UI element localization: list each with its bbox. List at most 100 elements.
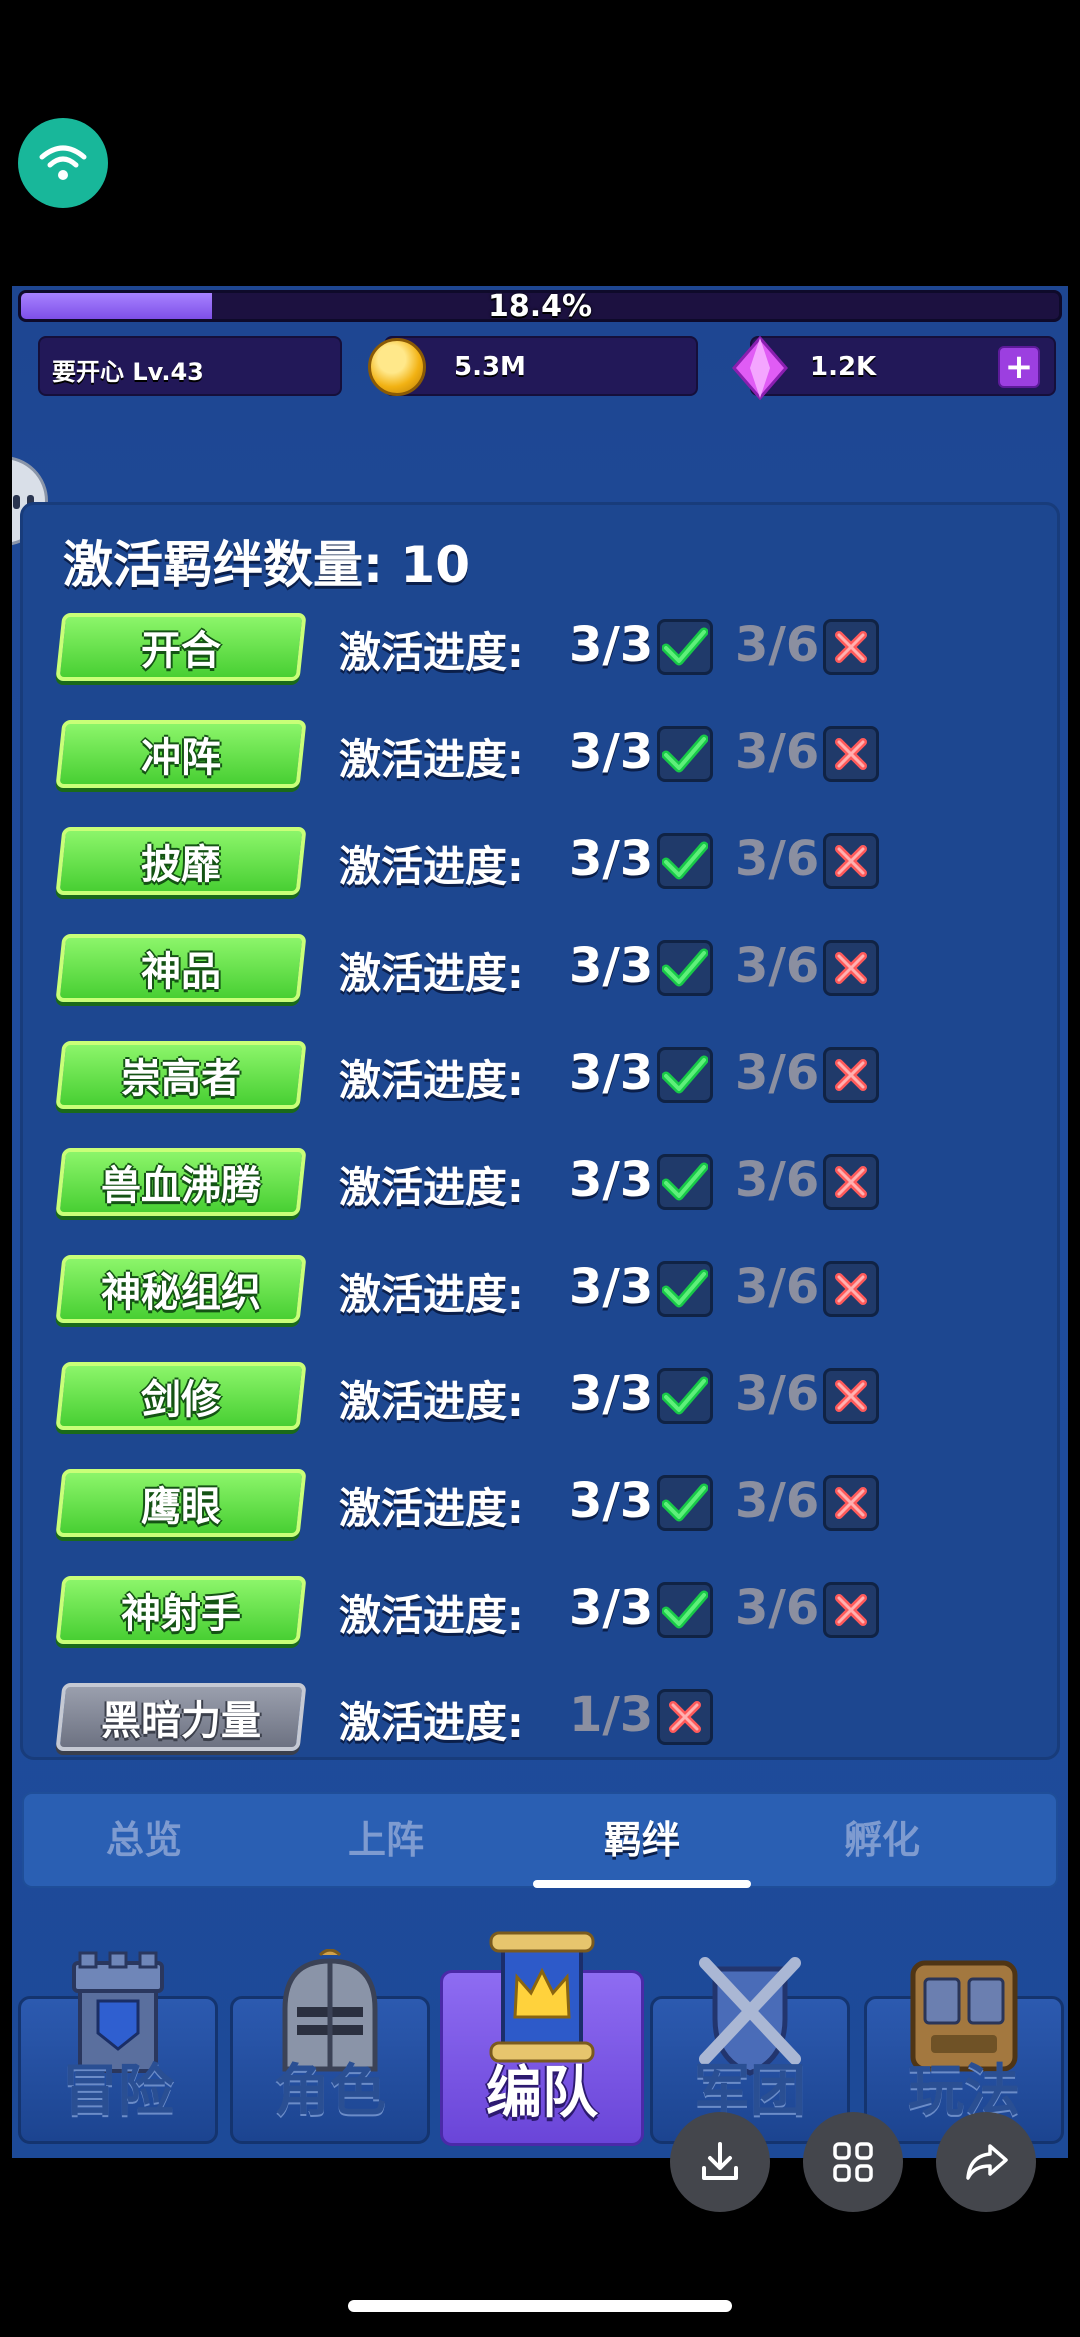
active-tab-underline bbox=[533, 1880, 751, 1888]
nav-label: 编队 bbox=[486, 2061, 598, 2126]
share-icon bbox=[966, 2144, 1008, 2180]
grid-icon bbox=[833, 2142, 873, 2182]
grid-button[interactable] bbox=[803, 2112, 903, 2212]
tab-hatch[interactable]: 孵化 bbox=[762, 1794, 1002, 1888]
cross-icon bbox=[823, 1368, 879, 1424]
bond-name-label: 鹰眼 bbox=[141, 1484, 221, 1530]
bond-name-label: 黑暗力量 bbox=[101, 1698, 261, 1744]
check-icon bbox=[657, 1154, 713, 1210]
nav-label: 角色 bbox=[274, 2059, 386, 2124]
progress-label: 激活进度: bbox=[339, 1484, 524, 1533]
progress-label: 激活进度: bbox=[339, 628, 524, 677]
bond-name-label: 神射手 bbox=[121, 1591, 241, 1637]
progress-next: 3/6 bbox=[735, 1152, 820, 1208]
cross-icon bbox=[657, 1689, 713, 1745]
progress-label: 激活进度: bbox=[339, 1163, 524, 1212]
progress-label: 激活进度: bbox=[339, 1270, 524, 1319]
check-icon bbox=[657, 726, 713, 782]
check-icon bbox=[657, 1047, 713, 1103]
bond-name-button[interactable]: 黑暗力量 bbox=[55, 1683, 307, 1751]
share-button[interactable] bbox=[936, 2112, 1036, 2212]
bond-row: 崇高者 激活进度: 3/3 3/6 bbox=[23, 1037, 1057, 1117]
coins-value: 5.3M bbox=[454, 352, 526, 382]
nav-adventure[interactable]: 冒险 bbox=[18, 1951, 218, 2144]
download-button[interactable] bbox=[670, 2112, 770, 2212]
progress-next: 3/6 bbox=[735, 1580, 820, 1636]
home-indicator[interactable] bbox=[348, 2300, 732, 2312]
bond-row: 兽血沸腾 激活进度: 3/3 3/6 bbox=[23, 1144, 1057, 1224]
bond-name-button[interactable]: 神射手 bbox=[55, 1576, 307, 1644]
download-icon bbox=[702, 2142, 738, 2180]
nav-label: 玩法 bbox=[908, 2059, 1020, 2124]
xp-progress-bar: 18.4% bbox=[18, 290, 1062, 322]
wifi-icon bbox=[18, 118, 108, 208]
bond-name-label: 神秘组织 bbox=[101, 1270, 261, 1316]
bond-name-button[interactable]: 剑修 bbox=[55, 1362, 307, 1430]
progress-label: 激活进度: bbox=[339, 842, 524, 891]
check-icon bbox=[657, 619, 713, 675]
progress-current: 3/3 bbox=[569, 831, 654, 887]
bond-name-button[interactable]: 披靡 bbox=[55, 827, 307, 895]
progress-current: 3/3 bbox=[569, 1045, 654, 1101]
bond-name-button[interactable]: 兽血沸腾 bbox=[55, 1148, 307, 1216]
bond-row: 开合 激活进度: 3/3 3/6 bbox=[23, 609, 1057, 689]
cross-icon bbox=[823, 726, 879, 782]
tab-bonds[interactable]: 羁绊 bbox=[522, 1794, 762, 1888]
cross-icon bbox=[823, 1261, 879, 1317]
progress-current: 3/3 bbox=[569, 1259, 654, 1315]
bond-name-button[interactable]: 神秘组织 bbox=[55, 1255, 307, 1323]
coins-panel: 5.3M bbox=[384, 336, 698, 396]
bond-name-button[interactable]: 神品 bbox=[55, 934, 307, 1002]
bond-row: 黑暗力量 激活进度: 1/3 bbox=[23, 1679, 1057, 1757]
progress-label: 激活进度: bbox=[339, 1056, 524, 1105]
bond-name-label: 开合 bbox=[141, 628, 221, 674]
check-icon bbox=[657, 1475, 713, 1531]
progress-current: 3/3 bbox=[569, 1473, 654, 1529]
bond-row: 神秘组织 激活进度: 3/3 3/6 bbox=[23, 1251, 1057, 1331]
check-icon bbox=[657, 940, 713, 996]
cross-icon bbox=[823, 940, 879, 996]
bond-name-label: 兽血沸腾 bbox=[101, 1163, 261, 1209]
bond-row: 神品 激活进度: 3/3 3/6 bbox=[23, 930, 1057, 1010]
bond-name-button[interactable]: 开合 bbox=[55, 613, 307, 681]
progress-label: 激活进度: bbox=[339, 1591, 524, 1640]
nav-formation[interactable]: 编队 bbox=[440, 1931, 644, 2146]
bond-name-label: 神品 bbox=[141, 949, 221, 995]
progress-current: 3/3 bbox=[569, 1152, 654, 1208]
plus-icon: + bbox=[1004, 347, 1034, 387]
bond-name-button[interactable]: 鹰眼 bbox=[55, 1469, 307, 1537]
cross-icon bbox=[823, 1582, 879, 1638]
progress-next: 3/6 bbox=[735, 831, 820, 887]
nav-character[interactable]: 角色 bbox=[230, 1949, 430, 2144]
progress-current: 1/3 bbox=[569, 1687, 654, 1743]
check-icon bbox=[657, 833, 713, 889]
progress-next: 3/6 bbox=[735, 1366, 820, 1422]
player-level-panel[interactable]: 要开心 Lv.43 bbox=[38, 336, 342, 396]
progress-current: 3/3 bbox=[569, 1580, 654, 1636]
gems-value: 1.2K bbox=[810, 352, 877, 382]
progress-current: 3/3 bbox=[569, 1366, 654, 1422]
bottom-nav: 冒险 角色 编队 军团 玩法 bbox=[12, 1906, 1068, 2158]
cross-icon bbox=[823, 1475, 879, 1531]
bond-name-button[interactable]: 崇高者 bbox=[55, 1041, 307, 1109]
progress-next: 3/6 bbox=[735, 724, 820, 780]
bond-name-label: 崇高者 bbox=[121, 1056, 241, 1102]
game-screen: 18.4% 要开心 Lv.43 5.3M 1.2K + 激活羁绊数量: 10 开… bbox=[12, 286, 1068, 2158]
player-name-level: 要开心 Lv.43 bbox=[52, 358, 204, 386]
add-gems-button[interactable]: + bbox=[998, 346, 1040, 388]
xp-percent: 18.4% bbox=[487, 290, 593, 322]
progress-label: 激活进度: bbox=[339, 735, 524, 784]
check-icon bbox=[657, 1582, 713, 1638]
bond-name-button[interactable]: 冲阵 bbox=[55, 720, 307, 788]
tab-overview[interactable]: 总览 bbox=[24, 1794, 264, 1888]
bond-row: 剑修 激活进度: 3/3 3/6 bbox=[23, 1358, 1057, 1438]
check-icon bbox=[657, 1261, 713, 1317]
gem-icon bbox=[732, 336, 788, 400]
cross-icon bbox=[823, 619, 879, 675]
progress-next: 3/6 bbox=[735, 617, 820, 673]
bond-row: 披靡 激活进度: 3/3 3/6 bbox=[23, 823, 1057, 903]
cross-icon bbox=[823, 1154, 879, 1210]
bond-row: 神射手 激活进度: 3/3 3/6 bbox=[23, 1572, 1057, 1652]
progress-next: 3/6 bbox=[735, 1473, 820, 1529]
tab-deploy[interactable]: 上阵 bbox=[266, 1794, 506, 1888]
